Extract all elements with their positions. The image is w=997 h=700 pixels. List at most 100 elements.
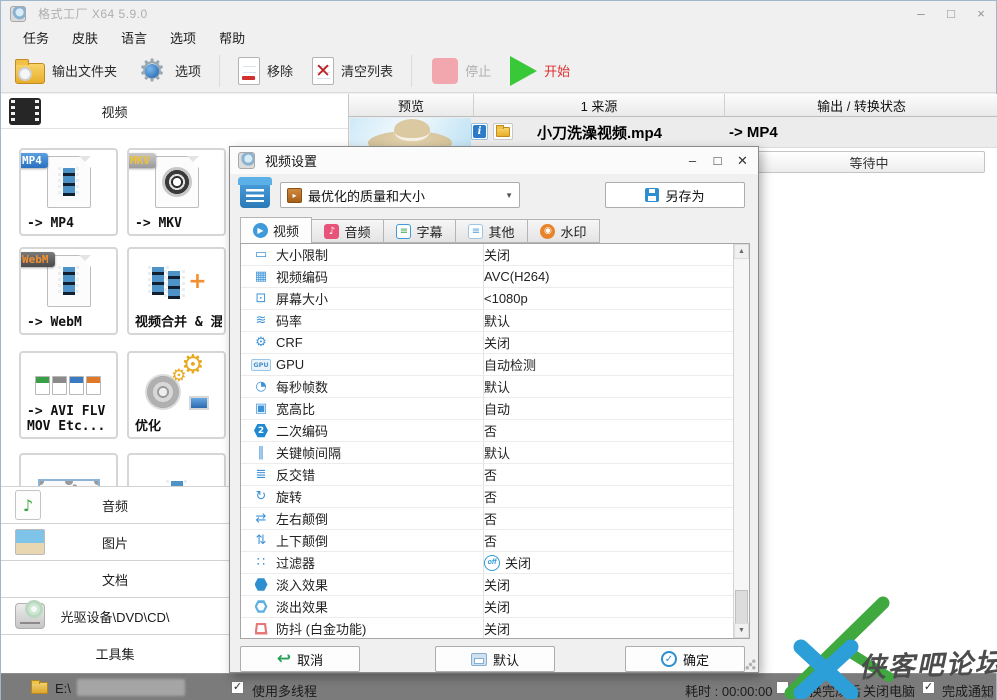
settings-scrollbar[interactable]: ▲ ▼ bbox=[733, 244, 749, 638]
card-label: -> WebM bbox=[27, 315, 114, 330]
setting-row-deinterlace[interactable]: ≣反交错否 bbox=[241, 464, 749, 486]
rotate-icon: ↻ bbox=[251, 489, 271, 504]
menu-item-3[interactable]: 选项 bbox=[166, 26, 200, 49]
setting-value: 否 bbox=[484, 487, 497, 506]
setting-row-waves[interactable]: ≋码率默认 bbox=[241, 310, 749, 332]
card-avi[interactable]: -> AVI FLV MOV Etc... bbox=[19, 351, 118, 439]
setting-row-aspect[interactable]: ▣宽高比自动 bbox=[241, 398, 749, 420]
dialog-icon bbox=[238, 152, 255, 169]
setting-value: 关闭 bbox=[484, 619, 510, 638]
setting-row-screen[interactable]: ⊡屏幕大小<1080p bbox=[241, 288, 749, 310]
save-as-label: 另存为 bbox=[665, 186, 704, 205]
start-label: 开始 bbox=[544, 61, 570, 80]
column-header-source[interactable]: 1 来源 bbox=[474, 94, 725, 117]
setting-value: 默认 bbox=[484, 443, 510, 462]
menu-item-2[interactable]: 语言 bbox=[117, 26, 151, 49]
waves-icon: ≋ bbox=[251, 313, 271, 328]
output-path[interactable]: E:\ bbox=[55, 681, 71, 696]
card-optimize[interactable]: ⚙⚙优化 bbox=[127, 351, 226, 439]
setting-row-keyframe[interactable]: ‖关键帧间隔默认 bbox=[241, 442, 749, 464]
task-row[interactable]: i 小刀洗澡视频.mp4 -> MP4 bbox=[349, 117, 997, 148]
dialog-resize-grip[interactable] bbox=[745, 659, 756, 670]
multithread-checkbox[interactable]: ✓ bbox=[231, 681, 244, 694]
video-preview-thumbnail[interactable] bbox=[350, 118, 471, 147]
video-category-header[interactable]: 视频 bbox=[1, 94, 348, 129]
setting-row-rotate[interactable]: ↻旋转否 bbox=[241, 486, 749, 508]
close-button[interactable]: × bbox=[974, 6, 988, 21]
tab-video[interactable]: ▶视频 bbox=[240, 217, 312, 243]
menu-item-4[interactable]: 帮助 bbox=[215, 26, 249, 49]
row-divider bbox=[483, 508, 484, 529]
shutdown-option-label[interactable]: 关闭电脑 bbox=[863, 681, 915, 700]
row-divider bbox=[483, 332, 484, 353]
setting-value-text: 关闭 bbox=[505, 553, 531, 572]
toolbar-separator bbox=[219, 55, 220, 87]
fliph-icon: ⇄ bbox=[251, 511, 271, 526]
notify-checkbox[interactable]: ✓ bbox=[922, 681, 935, 694]
off-badge-icon: off bbox=[484, 555, 500, 571]
setting-label: 淡出效果 bbox=[276, 597, 476, 616]
card-mkv[interactable]: MKV-> MKV bbox=[127, 148, 226, 236]
maximize-button[interactable]: □ bbox=[944, 6, 958, 21]
column-header-preview[interactable]: 预览 bbox=[349, 94, 474, 117]
setting-row-fps[interactable]: ◔每秒帧数默认 bbox=[241, 376, 749, 398]
setting-row-two[interactable]: 2二次编码否 bbox=[241, 420, 749, 442]
dialog-maximize-button[interactable]: □ bbox=[710, 153, 725, 168]
start-button[interactable]: 开始 bbox=[506, 54, 574, 88]
setting-label: 防抖 (白金功能) bbox=[276, 619, 476, 638]
keyframe-icon: ‖ bbox=[251, 445, 271, 460]
tab-other[interactable]: ≡其他 bbox=[456, 219, 528, 243]
stop-button[interactable]: 停止 bbox=[428, 56, 495, 86]
setting-row-filter[interactable]: ∷过滤器off关闭 bbox=[241, 552, 749, 574]
clear-list-button[interactable]: 清空列表 bbox=[308, 55, 397, 87]
setting-row-fadeout[interactable]: 淡出效果关闭 bbox=[241, 596, 749, 618]
default-button[interactable]: 默认 bbox=[435, 646, 555, 672]
etc-file-icon bbox=[86, 376, 101, 395]
cancel-button[interactable]: ↩ 取消 bbox=[240, 646, 360, 672]
window-resize-grip[interactable] bbox=[983, 688, 993, 698]
ok-button[interactable]: ✓ 确定 bbox=[625, 646, 745, 672]
card-icon-merge: + bbox=[129, 253, 224, 309]
fadein-icon bbox=[251, 578, 271, 591]
setting-row-flipv[interactable]: ⇅上下颠倒否 bbox=[241, 530, 749, 552]
card-merge[interactable]: +视频合并 & 混流 bbox=[127, 247, 226, 335]
options-button[interactable]: ⚙ 选项 bbox=[132, 54, 205, 88]
column-header-output[interactable]: 输出 / 转换状态 bbox=[725, 94, 997, 117]
setting-row-chip[interactable]: ▦视频编码AVC(H264) bbox=[241, 266, 749, 288]
setting-value: 关闭 bbox=[484, 333, 510, 352]
setting-value: <1080p bbox=[484, 291, 528, 306]
setting-row-fliph[interactable]: ⇄左右颠倒否 bbox=[241, 508, 749, 530]
minimize-button[interactable]: – bbox=[914, 6, 928, 21]
setting-row-ruler[interactable]: ▭大小限制关闭 bbox=[241, 244, 749, 266]
dialog-title-bar: 视频设置 – □ ✕ bbox=[230, 147, 758, 174]
setting-label: 码率 bbox=[276, 311, 476, 330]
preset-selected-value: 最优化的质量和大小 bbox=[308, 186, 499, 205]
multithread-label: 使用多线程 bbox=[252, 681, 317, 700]
save-as-button[interactable]: 另存为 bbox=[605, 182, 745, 208]
tab-watermark[interactable]: ◉水印 bbox=[528, 219, 600, 243]
remove-button[interactable]: 移除 bbox=[234, 55, 297, 87]
scroll-up-arrow[interactable]: ▲ bbox=[734, 244, 749, 259]
output-folder-button[interactable]: 输出文件夹 bbox=[11, 56, 121, 86]
accordion-label: 文档 bbox=[1, 570, 229, 589]
setting-row-stabilize[interactable]: 防抖 (白金功能) 关闭 bbox=[241, 618, 749, 639]
after-convert-checkbox[interactable] bbox=[776, 681, 789, 694]
setting-value: 自动检测 bbox=[484, 355, 536, 374]
setting-value: 否 bbox=[484, 531, 497, 550]
menu-item-0[interactable]: 任务 bbox=[19, 26, 53, 49]
dialog-close-button[interactable]: ✕ bbox=[735, 153, 750, 169]
window-title: 格式工厂 X64 5.9.0 bbox=[38, 5, 148, 22]
quality-preset-dropdown[interactable]: ▸ 最优化的质量和大小 ▼ bbox=[280, 182, 520, 208]
setting-row-fadein[interactable]: 淡入效果关闭 bbox=[241, 574, 749, 596]
card-mp4[interactable]: MP4-> MP4 bbox=[19, 148, 118, 236]
setting-row-gpu[interactable]: GPUGPU自动检测 bbox=[241, 354, 749, 376]
tab-subtitle[interactable]: ≡字幕 bbox=[384, 219, 456, 243]
setting-label: 每秒帧数 bbox=[276, 377, 476, 396]
setting-row-gear[interactable]: ⚙CRF关闭 bbox=[241, 332, 749, 354]
menu-item-1[interactable]: 皮肤 bbox=[68, 26, 102, 49]
dialog-minimize-button[interactable]: – bbox=[685, 153, 700, 168]
tab-audio[interactable]: ♪音频 bbox=[312, 219, 384, 243]
card-webm[interactable]: WebM-> WebM bbox=[19, 247, 118, 335]
scroll-down-arrow[interactable]: ▼ bbox=[734, 623, 749, 638]
filter-icon: ∷ bbox=[251, 555, 271, 570]
